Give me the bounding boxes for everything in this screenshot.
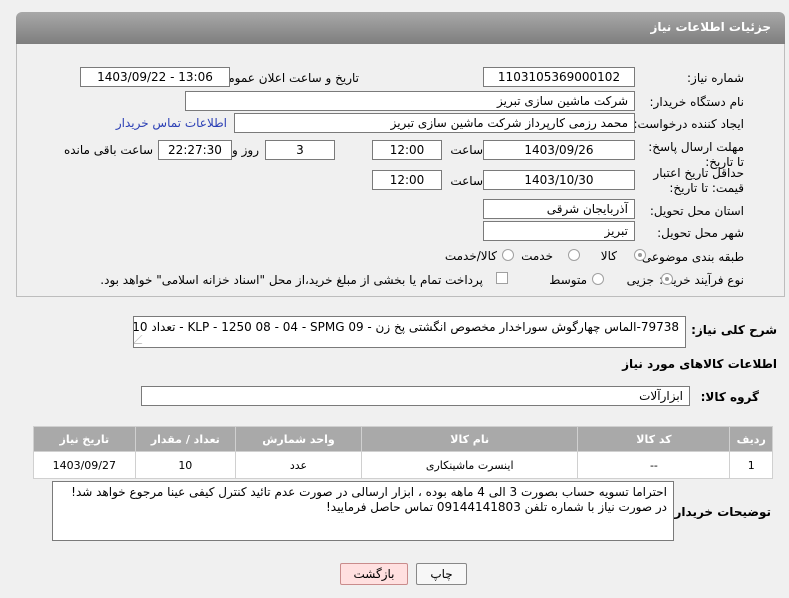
- col-item-name: نام کالا: [360, 426, 579, 452]
- remaining-time-field[interactable]: 22:27:30: [158, 140, 232, 160]
- category-goods-radio[interactable]: [634, 249, 646, 261]
- need-number-field[interactable]: 1103105369000102: [483, 67, 635, 87]
- purchase-minor-radio[interactable]: [661, 273, 673, 285]
- purchase-medium-radio[interactable]: [592, 273, 604, 285]
- price-validity-label: حداقل تاریخ اعتبار قیمت: تا تاریخ:: [653, 166, 744, 195]
- page-title: جزئیات اطلاعات نیاز: [650, 20, 771, 34]
- category-label: طبقه بندی موضوعی:: [637, 250, 744, 264]
- resize-grip-icon[interactable]: [134, 335, 151, 344]
- col-unit: واحد شمارش: [235, 426, 362, 452]
- purchase-medium-label: متوسط: [549, 273, 587, 287]
- cell-need-date: 1403/09/27: [33, 451, 136, 479]
- goods-table-header-row: تاریخ نیاز تعداد / مقدار واحد شمارش نام …: [33, 426, 773, 452]
- col-row: ردیف: [729, 426, 773, 452]
- buyer-notes-textarea[interactable]: احتراما تسویه حساب بصورت 3 الی 4 ماهه بو…: [52, 481, 674, 541]
- creator-field[interactable]: محمد رزمی کارپرداز شرکت ماشین سازی تبریز: [234, 113, 635, 133]
- category-both-label: کالا/خدمت: [444, 249, 497, 263]
- print-button[interactable]: چاپ: [416, 563, 467, 585]
- summary-label: شرح کلی نیاز:: [691, 323, 777, 337]
- reply-time-label: ساعت: [450, 143, 483, 157]
- col-need-date: تاریخ نیاز: [33, 426, 136, 452]
- province-field[interactable]: آذربایجان شرقی: [483, 199, 635, 219]
- page-header: جزئیات اطلاعات نیاز: [16, 12, 785, 44]
- buyer-contact-link[interactable]: اطلاعات تماس خریدار: [116, 116, 227, 130]
- category-service-label: خدمت: [521, 249, 553, 263]
- cell-item-code: --: [577, 451, 731, 479]
- col-item-code: کد کالا: [577, 426, 731, 452]
- buyer-notes-text: احتراما تسویه حساب بصورت 3 الی 4 ماهه بو…: [71, 485, 667, 514]
- goods-group-field[interactable]: ابزارآلات: [141, 386, 690, 406]
- buyer-org-label: نام دستگاه خریدار:: [649, 95, 745, 109]
- back-button[interactable]: بازگشت: [340, 563, 408, 585]
- province-label: استان محل تحویل:: [649, 204, 744, 218]
- days-field[interactable]: 3: [265, 140, 335, 160]
- treasury-note: پرداخت تمام یا بخشی از مبلغ خرید،از محل …: [100, 273, 483, 287]
- cell-quantity: 10: [134, 451, 237, 479]
- announce-datetime-field[interactable]: 1403/09/22 - 13:06: [80, 67, 230, 87]
- city-field[interactable]: تبریز: [483, 221, 635, 241]
- goods-table: تاریخ نیاز تعداد / مقدار واحد شمارش نام …: [33, 426, 773, 479]
- category-goods-label: کالا: [600, 249, 617, 263]
- validity-date-field[interactable]: 1403/10/30: [483, 170, 635, 190]
- cell-item-name: اینسرت ماشینکاری: [360, 451, 579, 479]
- need-number-label: شماره نیاز:: [687, 71, 744, 85]
- summary-textarea[interactable]: 79738-الماس چهارگوش سوراخدار مخصوص انگشت…: [133, 316, 686, 348]
- reply-time-field[interactable]: 12:00: [372, 140, 442, 160]
- goods-section-title: اطلاعات کالاهای مورد نیاز: [622, 357, 777, 371]
- remaining-label: ساعت باقی مانده: [63, 143, 153, 157]
- table-row[interactable]: 1403/09/27 10 عدد اینسرت ماشینکاری -- 1: [33, 451, 773, 479]
- purchase-minor-label: جزیی: [626, 273, 654, 287]
- days-label: روز و: [232, 143, 259, 157]
- goods-group-label: گروه کالا:: [700, 390, 759, 404]
- city-label: شهر محل تحویل:: [657, 226, 744, 240]
- buyer-org-field[interactable]: شرکت ماشین سازی تبریز: [185, 91, 635, 111]
- reply-date-field[interactable]: 1403/09/26: [483, 140, 635, 160]
- validity-time-field[interactable]: 12:00: [372, 170, 442, 190]
- buyer-notes-label: توضیحات خریدار:: [669, 505, 771, 519]
- validity-time-label: ساعت: [450, 174, 483, 188]
- category-service-radio[interactable]: [568, 249, 580, 261]
- summary-text: 79738-الماس چهارگوش سوراخدار مخصوص انگشت…: [133, 320, 679, 334]
- treasury-checkbox[interactable]: [496, 272, 508, 284]
- announce-label: تاریخ و ساعت اعلان عمومی:: [214, 71, 359, 85]
- creator-label: ایجاد کننده درخواست:: [633, 117, 744, 131]
- cell-row: 1: [729, 451, 773, 479]
- col-quantity: تعداد / مقدار: [134, 426, 237, 452]
- cell-unit: عدد: [235, 451, 362, 479]
- category-both-radio[interactable]: [502, 249, 514, 261]
